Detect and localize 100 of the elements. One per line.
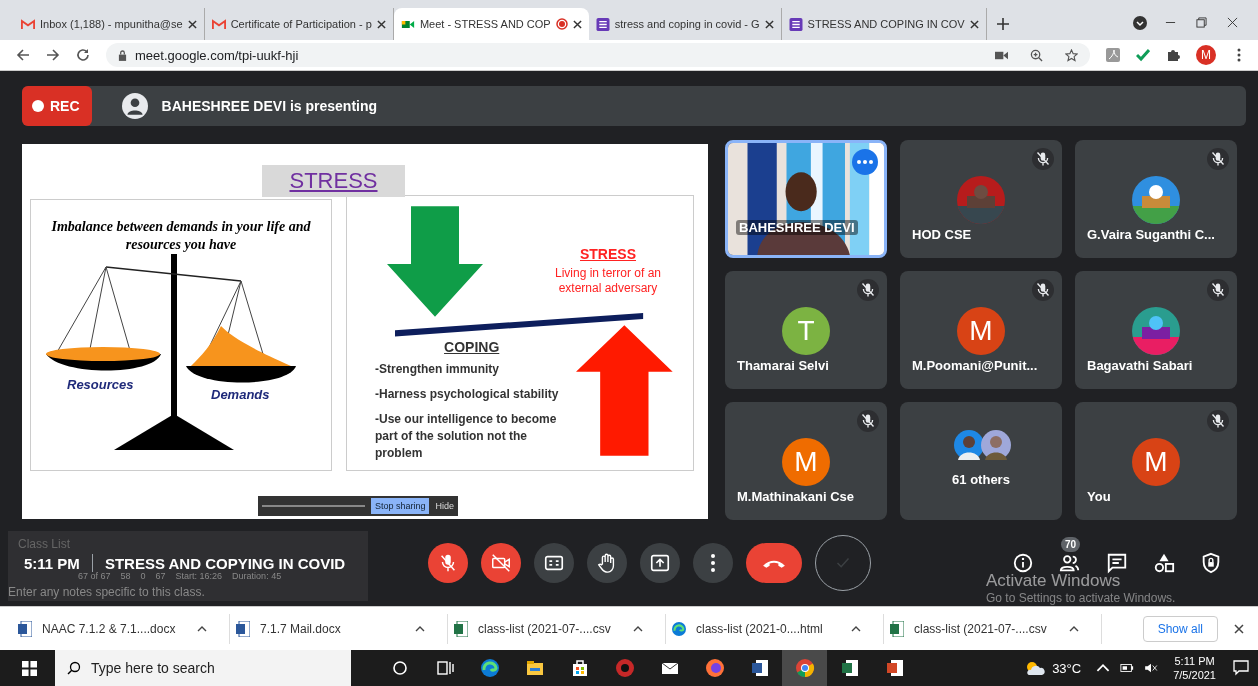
fox-browser-icon [704,658,725,678]
download-name: class-list (2021-0....html [696,621,824,636]
download-name: NAAC 7.1.2 & 7.1....docx [42,621,177,636]
tab-title: Meet - STRESS AND COP [419,18,551,30]
word-document-icon [749,658,770,678]
avatar: M [782,438,830,486]
tab-search-icon[interactable] [1133,16,1147,30]
browser-icon [479,658,500,678]
more-options-icon [710,553,716,573]
coping-point: -Strengthen immunity [375,361,500,378]
download-item[interactable]: class-list (2021-07-....csv [890,613,1102,644]
close-icon[interactable] [376,19,386,29]
chevron-icon[interactable] [415,625,425,632]
overlay-stat: Start: 16:26 [175,571,223,581]
participant-name: G.Vaira Suganthi C... [1087,227,1215,242]
checkmark-icon[interactable] [1136,48,1150,62]
info-icon[interactable] [1012,552,1034,574]
notes-field[interactable]: Enter any notes specific to this class. [8,585,205,599]
spreadsheet-icon [839,658,860,678]
document-icon [236,620,250,637]
down-arrow-icon [387,204,483,319]
participant-name: M.Poomani@Punit... [912,358,1038,373]
address-field[interactable]: meet.google.com/tpi-uukf-hji [106,43,1090,67]
participant-name: Bagavathi Sabari [1087,358,1193,373]
shield-lock-icon[interactable] [1200,552,1222,574]
participant-name: 61 others [952,471,1010,487]
zoom-icon[interactable] [1030,48,1043,62]
restore-icon[interactable] [1196,17,1207,28]
present-button[interactable] [640,543,680,583]
people-icon[interactable] [1059,552,1081,574]
chevron-icon[interactable] [633,625,643,632]
clock-date: 7/5/2021 [1173,668,1216,682]
puzzle-icon[interactable] [1166,48,1180,62]
more-options-icon[interactable] [852,149,878,175]
shapes-icon[interactable] [1153,552,1175,574]
end-call-button[interactable] [746,543,802,583]
task-view-icon [434,658,455,678]
camera-off-icon [490,552,512,574]
recording-button[interactable]: REC [22,86,92,126]
chrome-icon [794,658,815,678]
forward-icon[interactable] [46,48,60,62]
download-item[interactable]: class-list (2021-07-....csv [454,613,666,644]
clock-time: 5:11 PM [1174,654,1215,668]
raise-hand-button[interactable] [587,543,627,583]
activation-title: Activate Windows [986,571,1122,591]
profile-avatar[interactable]: M [1196,45,1216,65]
document-icon [18,620,32,637]
avatar: T [782,307,830,355]
back-icon[interactable] [16,48,30,62]
search-icon [67,661,81,675]
close-icon[interactable] [764,19,774,29]
close-icon[interactable] [187,19,197,29]
overlay-stat: 0 [140,571,146,581]
microphone-button[interactable] [428,543,468,583]
star-icon[interactable] [1065,48,1078,62]
browser-icon [672,620,686,637]
coping-point: -Harness psychological stability [375,386,560,403]
mail-icon [211,17,226,31]
download-item[interactable]: NAAC 7.1.2 & 7.1....docx [18,613,230,644]
participant-name: M.Mathinakani Cse [737,489,855,504]
taskbar-search-field[interactable]: Type here to search [55,650,351,686]
camera-button[interactable] [481,543,521,583]
battery-icon[interactable] [1120,663,1135,673]
presenter-avatar-icon [121,93,148,119]
stop-sharing-button[interactable]: Stop sharing [370,498,430,514]
chevron-icon[interactable] [851,625,861,632]
avatar: M [957,307,1005,355]
meeting-time: 5:11 PM [24,554,80,572]
download-item[interactable]: class-list (2021-0....html [672,613,884,644]
show-all-button[interactable]: Show all [1142,615,1218,642]
tab-title: Certificate of Participation - p [230,18,372,30]
close-icon[interactable] [969,19,979,29]
weather-icon[interactable] [1024,660,1047,676]
overlay-stat: Duration: 45 [232,571,282,581]
hide-button[interactable]: Hide [435,501,454,511]
chevron-icon[interactable] [197,625,207,632]
participant-count: 70 [1061,537,1081,552]
close-icon[interactable] [1227,17,1238,28]
scale-label: Demands [211,387,270,402]
participant-name: Thamarai Selvi [737,358,829,373]
download-item[interactable]: 7.1.7 Mail.docx [236,613,448,644]
stress-description: Living in terror of an external adversary [553,266,663,296]
lock-icon [118,49,127,61]
captions-button[interactable] [534,543,574,583]
close-icon[interactable] [1234,623,1244,634]
speaker-muted-icon[interactable] [1144,663,1159,673]
overlay-stat: 67 of 67 [78,571,111,581]
chat-icon[interactable] [1106,552,1128,574]
notification-icon[interactable] [1230,660,1252,676]
chevron-icon[interactable] [1069,625,1079,632]
tab-title: STRESS AND COPING IN COV [807,18,965,30]
more-options-button[interactable] [693,543,733,583]
reload-icon[interactable] [76,48,90,62]
overlay-stat: 58 [120,571,131,581]
participant-name: HOD CSE [912,227,972,242]
windows-start-icon[interactable] [22,660,37,676]
new-tab-icon[interactable] [996,18,1009,30]
browser-tab[interactable]: Meet - STRESS AND COP [393,8,589,40]
close-icon[interactable] [572,19,582,29]
tab-title: Inbox (1,188) - mpunitha@se [40,18,183,30]
